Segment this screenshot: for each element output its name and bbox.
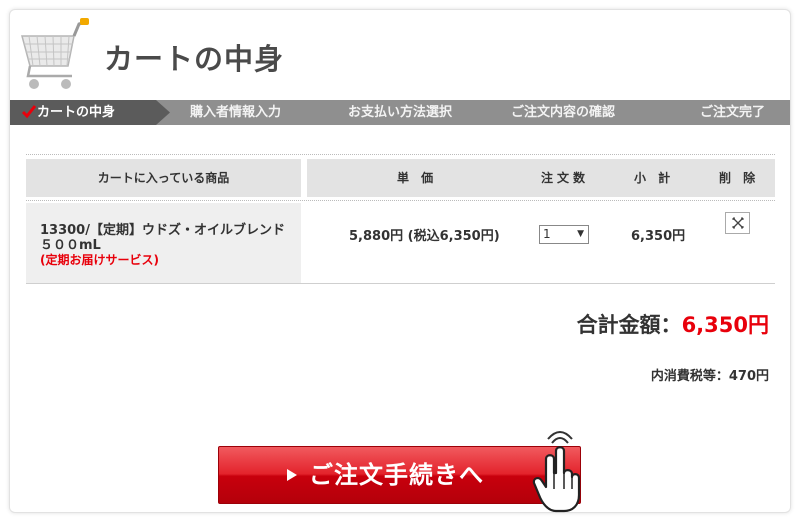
step-complete: ご注文完了 bbox=[700, 105, 766, 120]
line-subtotal: 6,350円 bbox=[631, 229, 686, 244]
check-icon bbox=[21, 105, 37, 119]
unit-price: 5,880円 (税込6,350円) bbox=[349, 229, 500, 244]
product-cell: 13300/【定期】ウドズ・オイルブレンド ５００mL (定期お届けサービス) bbox=[26, 203, 301, 283]
proceed-to-checkout-button[interactable]: ご注文手続きへ bbox=[218, 446, 581, 504]
close-icon bbox=[732, 217, 744, 229]
total-amount: 6,350円 bbox=[681, 313, 769, 337]
cart-table: カートに入っている商品 単 価 注文数 小 計 削 除 13300/【定期】ウド… bbox=[26, 154, 775, 284]
page-title: カートの中身 bbox=[104, 42, 285, 76]
product-note: (定期お届けサービス) bbox=[40, 253, 159, 267]
delete-button[interactable] bbox=[725, 212, 750, 234]
table-header: カートに入っている商品 単 価 注文数 小 計 削 除 bbox=[26, 154, 775, 200]
checkout-steps: カートの中身 購入者情報入力 お支払い方法選択 ご注文内容の確認 ご注文完了 bbox=[10, 100, 790, 125]
step-confirm: ご注文内容の確認 bbox=[511, 105, 616, 120]
grand-total: 合計金額：6,350円 bbox=[577, 309, 769, 339]
quantity-select[interactable]: 1 ▼ bbox=[539, 225, 589, 244]
product-name: 13300/【定期】ウドズ・オイルブレンド ５００mL bbox=[40, 223, 298, 253]
header-delete: 削 除 bbox=[719, 171, 760, 185]
shopping-cart-icon bbox=[21, 18, 89, 89]
pointer-hand-icon bbox=[532, 431, 581, 513]
step-buyer-info: 購入者情報入力 bbox=[190, 105, 282, 120]
header-quantity: 注文数 bbox=[541, 171, 590, 185]
quantity-value: 1 bbox=[543, 227, 551, 241]
step-cart: カートの中身 bbox=[37, 105, 116, 120]
chevron-down-icon: ▼ bbox=[577, 229, 584, 239]
step-payment: お支払い方法選択 bbox=[348, 105, 453, 120]
header-price: 単 価 bbox=[397, 171, 438, 185]
total-label: 合計金額： bbox=[576, 313, 682, 337]
tax-line: 内消費税等：470円 bbox=[650, 369, 769, 384]
header-product: カートに入っている商品 bbox=[26, 159, 301, 197]
header-subtotal: 小 計 bbox=[634, 171, 675, 185]
table-row: 13300/【定期】ウドズ・オイルブレンド ５００mL (定期お届けサービス) … bbox=[26, 200, 775, 284]
order-button-label: ご注文手続きへ bbox=[309, 461, 484, 489]
play-arrow-icon bbox=[287, 469, 297, 481]
